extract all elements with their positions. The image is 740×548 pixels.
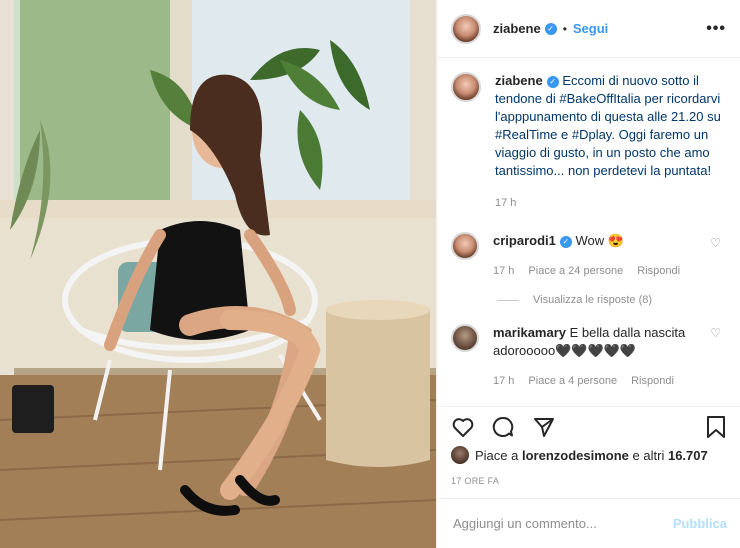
hashtag-dplay[interactable]: #Dplay <box>572 127 612 142</box>
hashtag-realtime[interactable]: #RealTime <box>495 127 557 142</box>
bookmark-icon[interactable] <box>705 415 727 439</box>
comment-body: marikamary E bella dalla nascita adorooo… <box>493 324 699 390</box>
view-replies-button[interactable]: Visualizza le risposte (8) <box>437 294 740 306</box>
photo-illustration <box>0 0 436 548</box>
comment-text: Wow 😍 <box>575 233 624 248</box>
author-avatar[interactable] <box>451 13 481 44</box>
comment-item: criparodi1 ✓ Wow 😍 17 h Piace a 24 person… <box>437 212 740 280</box>
comment-composer: Pubblica <box>437 498 740 548</box>
caption-meta: 17 h <box>495 194 721 212</box>
hashtag-bakeoffitalia[interactable]: #BakeOffItalia <box>559 91 640 106</box>
share-icon[interactable] <box>532 415 556 439</box>
comment-username[interactable]: marikamary <box>493 325 566 340</box>
replies-divider <box>497 299 519 301</box>
caption-username[interactable]: ziabene <box>495 73 543 88</box>
caption-avatar[interactable] <box>451 72 481 102</box>
caption-text-3: e <box>557 127 572 142</box>
post-photo[interactable] <box>0 0 436 548</box>
instagram-post-modal: ziabene ✓ • Segui ••• ziabene ✓ Eccomi di… <box>0 0 740 548</box>
caption-body: ziabene ✓ Eccomi di nuovo sotto il tendon… <box>495 72 721 212</box>
heart-icon[interactable] <box>451 415 475 439</box>
comment-likes[interactable]: Piace a 24 persone <box>528 262 623 280</box>
comment-body: criparodi1 ✓ Wow 😍 17 h Piace a 24 person… <box>493 232 699 280</box>
comment-time[interactable]: 17 h <box>493 262 514 280</box>
liked-by-user[interactable]: lorenzodesimone <box>522 448 629 463</box>
comment-item: marikamary E bella dalla nascita adorooo… <box>437 306 740 390</box>
view-replies-label: Visualizza le risposte (8) <box>533 294 653 306</box>
commenter-avatar[interactable] <box>451 324 479 352</box>
post-header: ziabene ✓ • Segui ••• <box>437 0 740 58</box>
post-timestamp[interactable]: 17 ORE FA <box>451 476 499 486</box>
comment-input[interactable] <box>451 515 673 532</box>
comment-time[interactable]: 17 h <box>493 372 514 390</box>
liked-by-prefix: Piace a <box>475 447 519 463</box>
commenter-avatar[interactable] <box>451 232 479 260</box>
header-separator: • <box>562 21 567 36</box>
liker-avatar[interactable] <box>451 446 469 464</box>
author-username[interactable]: ziabene <box>493 21 541 36</box>
comment-meta: 17 h Piace a 24 persone Rispondi <box>493 262 699 280</box>
publish-button[interactable]: Pubblica <box>673 516 727 531</box>
more-options-icon[interactable]: ••• <box>706 20 726 38</box>
reply-button[interactable]: Rispondi <box>637 262 680 280</box>
liked-by-suffix: e altri <box>632 447 665 463</box>
verified-icon: ✓ <box>546 75 559 88</box>
comment-meta: 17 h Piace a 4 persone Rispondi <box>493 372 699 390</box>
verified-icon: ✓ <box>559 235 572 248</box>
reply-button[interactable]: Rispondi <box>631 372 674 390</box>
caption-time[interactable]: 17 h <box>495 194 516 212</box>
comments-section[interactable]: ziabene ✓ Eccomi di nuovo sotto il tendon… <box>437 58 740 406</box>
heart-icon[interactable]: ♡ <box>710 326 721 340</box>
liked-by-count[interactable]: 16.707 <box>668 448 708 463</box>
verified-icon: ✓ <box>544 22 557 35</box>
comment-icon[interactable] <box>491 415 515 439</box>
heart-icon[interactable]: ♡ <box>710 236 721 250</box>
action-bar <box>437 406 740 446</box>
comment-username[interactable]: criparodi1 <box>493 233 556 248</box>
liked-by: Piace a lorenzodesimone e altri 16.707 <box>451 446 708 464</box>
post-side-panel: ziabene ✓ • Segui ••• ziabene ✓ Eccomi di… <box>436 0 740 548</box>
follow-button[interactable]: Segui <box>573 21 608 36</box>
comment-likes[interactable]: Piace a 4 persone <box>528 372 617 390</box>
caption: ziabene ✓ Eccomi di nuovo sotto il tendon… <box>437 58 740 212</box>
